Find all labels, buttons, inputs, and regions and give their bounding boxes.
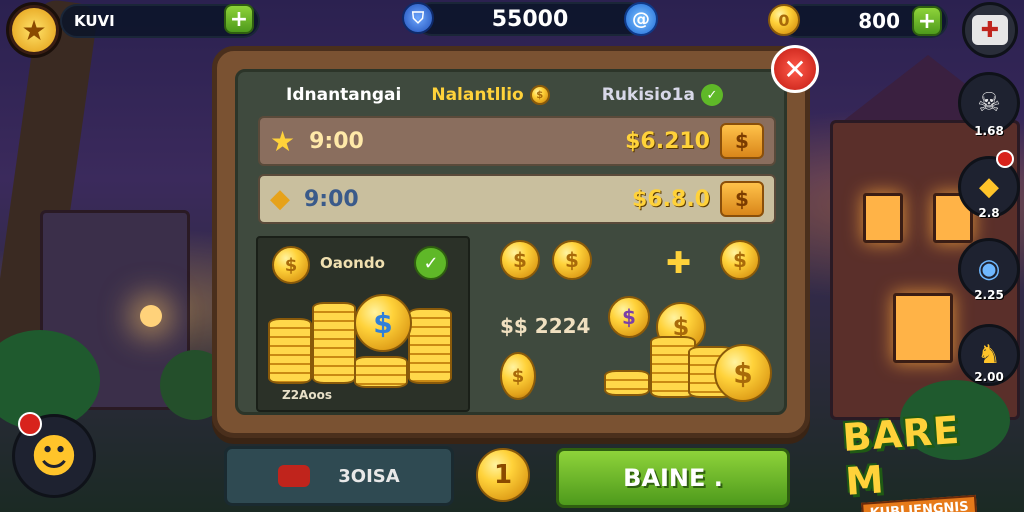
skull-icon: ☠ [977, 88, 1001, 118]
character-icon: ☻ [30, 429, 78, 483]
big-coin-icon: $ [354, 294, 412, 352]
plus-icon: + [229, 6, 249, 32]
blue-potion-icon: ◉ [977, 254, 1001, 284]
tab-2[interactable]: Nalantllio $ [431, 85, 550, 105]
ticket-icon [278, 465, 311, 487]
offer-2-price: $6.8.0 [632, 186, 710, 212]
rewards-area: $ $ ✚ $ $$ 2224 $ $ $ $ [478, 236, 778, 412]
street-lamp [140, 305, 162, 327]
menu-button[interactable]: ✚ [962, 2, 1018, 58]
coin-icon: $ [529, 85, 550, 105]
shop-panel-inner: Idnantangai Nalantllio $ Rukisio1a ✓ ★ 9:0… [235, 69, 787, 415]
profile-star-button[interactable]: ★ [6, 2, 62, 58]
tab-1[interactable]: Idnantangai [286, 85, 401, 105]
grid-icon: ✚ [972, 15, 1008, 45]
coin-icon: $ [500, 352, 536, 400]
offer-2-buy-button[interactable]: $ [720, 181, 764, 217]
main-action-label: BAINE . [623, 464, 723, 492]
coin-stack [354, 356, 408, 388]
center-value: 55000 [491, 6, 569, 32]
add-currency-button[interactable]: + [224, 4, 254, 34]
check-icon: ✓ [414, 246, 448, 280]
offer-row-2[interactable]: ◆ 9:00 $6.8.0 $ [258, 174, 776, 224]
window [863, 193, 903, 243]
gold-coin-icon: 0 [768, 4, 800, 36]
sidebar-item-4-value: 2.00 [974, 370, 1004, 384]
offer-2-label: 9:00 [304, 186, 359, 212]
close-icon: ✕ [783, 52, 807, 86]
tab-bar: Idnantangai Nalantllio $ Rukisio1a ✓ [244, 76, 779, 114]
big-coin-icon: $ [714, 344, 772, 402]
coin-stack [268, 318, 312, 384]
gold-bar-icon: ◆ [270, 184, 290, 214]
check-icon: ✓ [701, 84, 723, 106]
window [893, 293, 953, 363]
bundle-title: Oaondo [320, 254, 385, 272]
star-icon: ★ [12, 8, 56, 52]
coin-icon: $ [500, 240, 540, 280]
center-coin-label: 1 [493, 460, 513, 490]
tab-3-label: Rukisio1a [601, 85, 695, 105]
coin-icon: $ [272, 246, 310, 284]
coin-stack [408, 308, 452, 384]
medal-icon: $ [608, 296, 650, 338]
sidebar-item-3-value: 2.25 [974, 288, 1004, 302]
main-action-button[interactable]: BAINE . [556, 448, 790, 508]
gold-value: 800 [858, 9, 900, 33]
puzzle-icon: ✚ [666, 246, 692, 281]
notification-badge [996, 150, 1014, 168]
tab-3[interactable]: Rukisio1a ✓ [602, 84, 723, 106]
logo-line-1: BARE M [840, 407, 962, 504]
offer-1-price: $6.210 [625, 128, 710, 154]
bundle-amount: Z2Aoos [282, 388, 332, 402]
coin-icon: $ [720, 240, 760, 280]
add-gold-button[interactable]: + [912, 6, 942, 36]
plus-icon: + [917, 8, 937, 34]
offer-row-1[interactable]: ★ 9:00 $6.210 $ [258, 116, 776, 166]
center-coin-button[interactable]: 1 [476, 448, 530, 502]
shield-icon: ⛉ [402, 2, 434, 34]
bundle-card[interactable]: $ Oaondo ✓ $ Z2Aoos [256, 236, 470, 412]
offer-1-label: 9:00 [309, 128, 364, 154]
house-left [40, 210, 190, 410]
shop-panel: Idnantangai Nalantllio $ Rukisio1a ✓ ★ 9:0… [212, 45, 819, 438]
coin-stack [312, 302, 356, 384]
player-label: KUVI [74, 12, 115, 30]
golden-pet-icon: ♞ [977, 340, 1001, 370]
game-logo: BARE M KUBLIENGNIS [840, 404, 1017, 512]
rewards-amount: $$ 2224 [500, 314, 591, 338]
tab-1-label: Idnantangai [286, 85, 402, 105]
gold-bar-icon: ◆ [979, 172, 999, 202]
coin-icon: $ [552, 240, 592, 280]
gem-icon[interactable]: @ [624, 2, 658, 36]
notification-badge [18, 412, 42, 436]
close-button[interactable]: ✕ [771, 45, 819, 93]
secondary-button[interactable]: 3OISA [224, 446, 454, 506]
star-icon: ★ [270, 124, 296, 158]
offer-1-buy-button[interactable]: $ [720, 123, 764, 159]
center-currency-bar: 55000 [415, 2, 645, 36]
tab-2-label: Nalantllio [431, 85, 524, 105]
secondary-button-label: 3OISA [338, 465, 400, 487]
sidebar-item-1-value: 1.68 [974, 124, 1004, 138]
coin-stack [604, 370, 650, 396]
tree-trunk [0, 0, 99, 423]
sidebar-item-2-value: 2.8 [978, 206, 1000, 220]
